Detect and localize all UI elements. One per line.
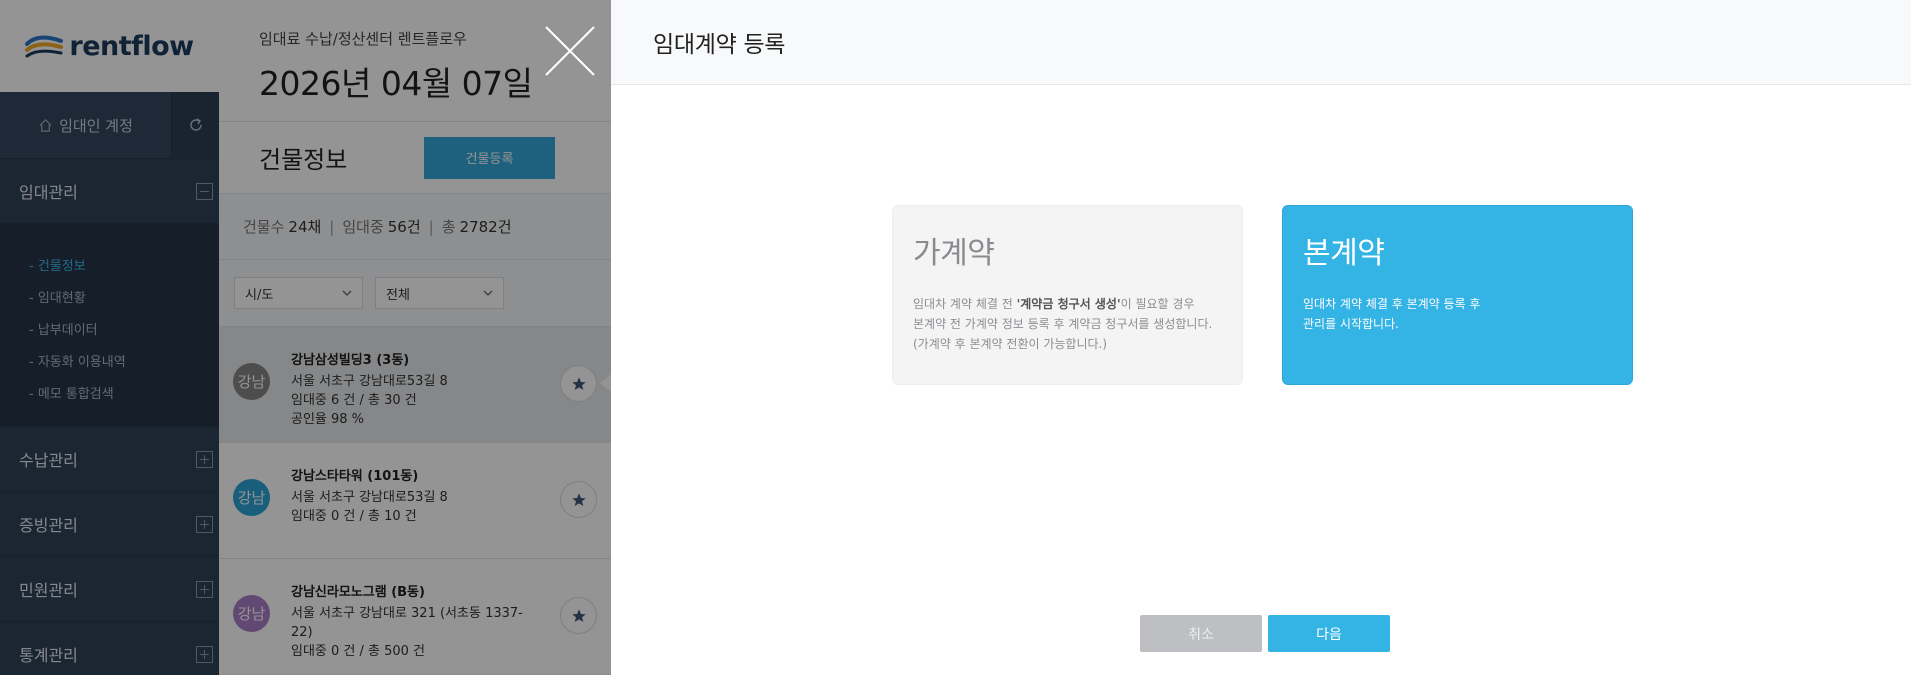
- option-description: 임대차 계약 체결 후 본계약 등록 후 관리를 시작합니다.: [1303, 294, 1612, 334]
- desc-line: 관리를 시작합니다.: [1303, 317, 1399, 331]
- modal-header: 임대계약 등록: [611, 0, 1911, 85]
- desc-emphasis: '계약금 청구서 생성': [1016, 297, 1121, 311]
- desc-line: 임대차 계약 체결 전 '계약금 청구서 생성'이 필요할 경우: [913, 294, 1222, 314]
- desc-line: 임대차 계약 체결 후 본계약 등록 후: [1303, 297, 1481, 311]
- option-description: 임대차 계약 체결 전 '계약금 청구서 생성'이 필요할 경우 본계약 전 가…: [913, 294, 1222, 354]
- cancel-button[interactable]: 취소: [1140, 615, 1262, 652]
- close-icon[interactable]: [544, 25, 596, 77]
- modal-title: 임대계약 등록: [653, 32, 786, 58]
- desc-text: 임대차 계약 체결 전: [913, 297, 1017, 311]
- desc-line: 본계약 전 가계약 정보 등록 후 계약금 청구서를 생성합니다.: [913, 317, 1213, 331]
- contract-register-modal: 임대계약 등록 가계약 임대차 계약 체결 전 '계약금 청구서 생성'이 필요…: [611, 0, 1911, 675]
- desc-text: 이 필요할 경우: [1120, 297, 1195, 311]
- option-title: 가계약: [913, 236, 995, 271]
- modal-backdrop[interactable]: [0, 0, 611, 675]
- next-button[interactable]: 다음: [1268, 615, 1390, 652]
- desc-line: (가계약 후 본계약 전환이 가능합니다.): [913, 337, 1108, 351]
- main-contract-option[interactable]: 본계약 임대차 계약 체결 후 본계약 등록 후 관리를 시작합니다.: [1282, 205, 1633, 385]
- option-title: 본계약: [1303, 236, 1385, 271]
- provisional-contract-option[interactable]: 가계약 임대차 계약 체결 전 '계약금 청구서 생성'이 필요할 경우 본계약…: [892, 205, 1243, 385]
- modal-footer: 취소 다음: [1140, 615, 1390, 652]
